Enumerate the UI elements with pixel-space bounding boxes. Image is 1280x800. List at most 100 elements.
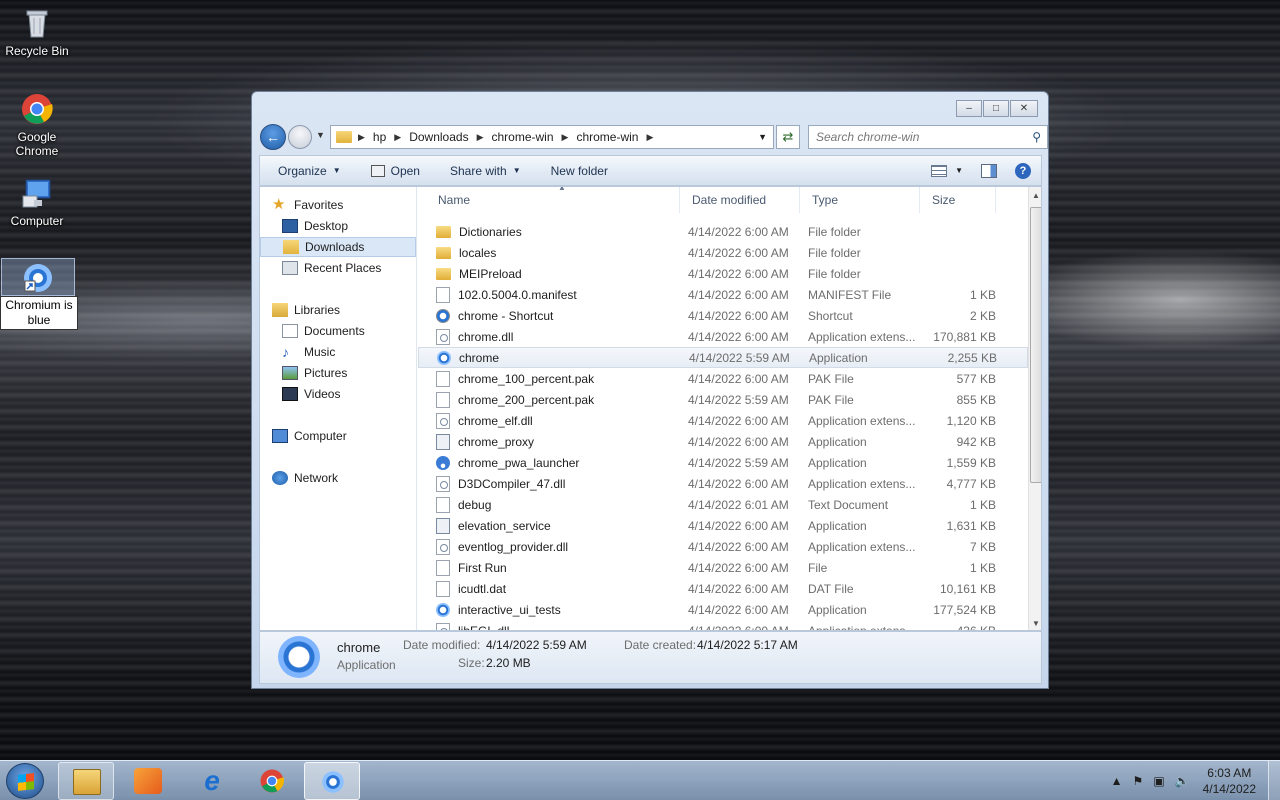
file-row[interactable]: chrome_200_percent.pak 4/14/2022 5:59 AM P… — [418, 389, 1028, 410]
action-center-flag-icon[interactable]: ⚑ — [1133, 774, 1144, 788]
chevron-right-icon[interactable]: ▶ — [358, 132, 365, 143]
file-name-cell[interactable]: eventlog_provider.dll — [418, 538, 680, 555]
file-name-cell[interactable]: libEGL.dll — [418, 622, 680, 630]
help-icon[interactable]: ? — [1015, 162, 1031, 179]
file-name-cell[interactable]: chrome — [419, 350, 681, 365]
file-name-cell[interactable]: chrome - Shortcut — [418, 308, 680, 323]
nav-downloads[interactable]: Downloads — [260, 237, 416, 257]
nav-computer[interactable]: Computer — [272, 426, 428, 446]
taskbar-internet-explorer[interactable]: e — [184, 762, 240, 800]
file-name-cell[interactable]: interactive_ui_tests — [418, 602, 680, 617]
file-name-cell[interactable]: chrome_pwa_launcher — [418, 455, 680, 470]
preview-pane-icon[interactable] — [981, 163, 997, 178]
vertical-scrollbar[interactable]: ▲ ▼ — [1028, 187, 1041, 630]
breadcrumb-item[interactable]: chrome-win — [492, 130, 554, 144]
show-hidden-icons-icon[interactable]: ▲ — [1111, 774, 1123, 788]
nav-videos[interactable]: Videos — [282, 384, 438, 404]
nav-desktop[interactable]: Desktop — [282, 216, 438, 236]
chevron-right-icon[interactable]: ▶ — [394, 132, 401, 143]
minimize-button[interactable]: – — [956, 100, 982, 117]
taskbar-windows-explorer[interactable] — [58, 762, 114, 800]
file-row[interactable]: chrome_pwa_launcher 4/14/2022 5:59 AM Appl… — [418, 452, 1028, 473]
taskbar-media-player[interactable] — [120, 762, 176, 800]
start-button[interactable] — [6, 763, 44, 799]
chevron-right-icon[interactable]: ▶ — [477, 132, 484, 143]
taskbar-chrome[interactable] — [244, 762, 300, 800]
nav-recent-places[interactable]: Recent Places — [282, 258, 438, 278]
chevron-right-icon[interactable]: ▶ — [562, 132, 569, 143]
file-row[interactable]: 102.0.5004.0.manifest 4/14/2022 6:00 AM MA… — [418, 284, 1028, 305]
column-type[interactable]: Type — [800, 187, 920, 213]
breadcrumb-item[interactable]: chrome-win — [576, 130, 638, 144]
maximize-button[interactable]: □ — [983, 100, 1009, 117]
file-name-cell[interactable]: chrome_100_percent.pak — [418, 370, 680, 387]
file-row[interactable]: chrome.dll 4/14/2022 6:00 AM Application e… — [418, 326, 1028, 347]
show-desktop-button[interactable] — [1268, 761, 1280, 800]
address-bar[interactable]: ▶ hp ▶ Downloads ▶ chrome-win ▶ chrome-w… — [330, 125, 774, 149]
view-options-icon[interactable] — [931, 164, 948, 177]
file-row[interactable]: MEIPreload 4/14/2022 6:00 AM File folder — [418, 263, 1028, 284]
column-name[interactable]: Name — [418, 187, 680, 213]
nav-libraries[interactable]: Libraries — [272, 300, 428, 320]
file-row[interactable]: chrome_proxy 4/14/2022 6:00 AM Application… — [418, 431, 1028, 452]
file-name-cell[interactable]: locales — [418, 246, 680, 260]
share-with-button[interactable]: Share with ▼ — [442, 164, 529, 178]
network-tray-icon[interactable]: ▣ — [1153, 774, 1164, 788]
file-name-cell[interactable]: chrome_proxy — [418, 433, 680, 450]
volume-muted-icon[interactable]: 🔈 — [1175, 774, 1190, 788]
breadcrumb-item[interactable]: hp — [373, 130, 386, 144]
breadcrumb-item[interactable]: Downloads — [409, 130, 468, 144]
file-row[interactable]: eventlog_provider.dll 4/14/2022 6:00 AM Ap… — [418, 536, 1028, 557]
file-row[interactable]: interactive_ui_tests 4/14/2022 6:00 AM App… — [418, 599, 1028, 620]
nav-favorites[interactable]: ★ Favorites — [272, 195, 428, 215]
file-row[interactable]: chrome_elf.dll 4/14/2022 6:00 AM Applicati… — [418, 410, 1028, 431]
search-icon[interactable]: ⚲ — [1032, 126, 1041, 148]
back-button[interactable]: ← — [260, 124, 286, 150]
file-name-cell[interactable]: elevation_service — [418, 517, 680, 534]
file-name-cell[interactable]: Dictionaries — [418, 225, 680, 239]
file-row[interactable]: debug 4/14/2022 6:01 AM Text Document 1 KB — [418, 494, 1028, 515]
file-name-cell[interactable]: chrome_elf.dll — [418, 412, 680, 429]
organize-button[interactable]: Organize ▼ — [270, 164, 349, 178]
file-row[interactable]: libEGL.dll 4/14/2022 6:00 AM Application e… — [418, 620, 1028, 630]
column-date-modified[interactable]: Date modified — [680, 187, 800, 213]
file-row[interactable]: chrome - Shortcut 4/14/2022 6:00 AM Shortc… — [418, 305, 1028, 326]
nav-network[interactable]: Network — [272, 468, 428, 488]
refresh-button[interactable]: ⇄ — [776, 125, 800, 149]
desktop-icon-google-chrome[interactable]: Google Chrome — [0, 92, 74, 158]
file-row[interactable]: Dictionaries 4/14/2022 6:00 AM File folder — [418, 221, 1028, 242]
file-row[interactable]: elevation_service 4/14/2022 6:00 AM Applic… — [418, 515, 1028, 536]
rename-textbox[interactable]: Chromium is blue — [0, 296, 78, 330]
clock[interactable]: 6:03 AM 4/14/2022 — [1203, 765, 1256, 797]
nav-pictures[interactable]: Pictures — [282, 363, 438, 383]
taskbar-chromium[interactable] — [304, 762, 360, 800]
file-row[interactable]: D3DCompiler_47.dll 4/14/2022 6:00 AM Appli… — [418, 473, 1028, 494]
desktop-icon-computer[interactable]: Computer — [0, 176, 74, 228]
forward-button[interactable] — [288, 125, 312, 149]
chevron-right-icon[interactable]: ▶ — [646, 132, 653, 143]
file-row[interactable]: locales 4/14/2022 6:00 AM File folder — [418, 242, 1028, 263]
file-name-cell[interactable]: First Run — [418, 559, 680, 576]
file-name-cell[interactable]: chrome_200_percent.pak — [418, 391, 680, 408]
scroll-up-icon[interactable]: ▲ — [1032, 191, 1040, 200]
nav-music[interactable]: ♪ Music — [282, 342, 438, 362]
column-size[interactable]: Size — [920, 187, 996, 213]
address-history-dropdown[interactable]: ▼ — [758, 132, 767, 142]
close-button[interactable]: ✕ — [1010, 100, 1038, 117]
file-name-cell[interactable]: debug — [418, 496, 680, 513]
desktop-icon-recycle-bin[interactable]: Recycle Bin — [0, 6, 74, 58]
desktop-icon-chromium-is-blue[interactable] — [1, 258, 75, 296]
nav-documents[interactable]: Documents — [282, 321, 438, 341]
file-name-cell[interactable]: icudtl.dat — [418, 580, 680, 597]
file-row[interactable]: First Run 4/14/2022 6:00 AM File 1 KB — [418, 557, 1028, 578]
search-input[interactable]: Search chrome-win ⚲ — [808, 125, 1048, 149]
chevron-down-icon[interactable]: ▼ — [955, 166, 963, 175]
open-button[interactable]: Open — [363, 164, 428, 178]
file-name-cell[interactable]: MEIPreload — [418, 267, 680, 281]
file-row[interactable]: icudtl.dat 4/14/2022 6:00 AM DAT File 10,16… — [418, 578, 1028, 599]
file-name-cell[interactable]: D3DCompiler_47.dll — [418, 475, 680, 492]
file-name-cell[interactable]: chrome.dll — [418, 328, 680, 345]
recent-pages-dropdown[interactable]: ▼ — [316, 130, 325, 140]
new-folder-button[interactable]: New folder — [543, 164, 616, 178]
file-row[interactable]: chrome 4/14/2022 5:59 AM Application 2,255 … — [418, 347, 1028, 368]
